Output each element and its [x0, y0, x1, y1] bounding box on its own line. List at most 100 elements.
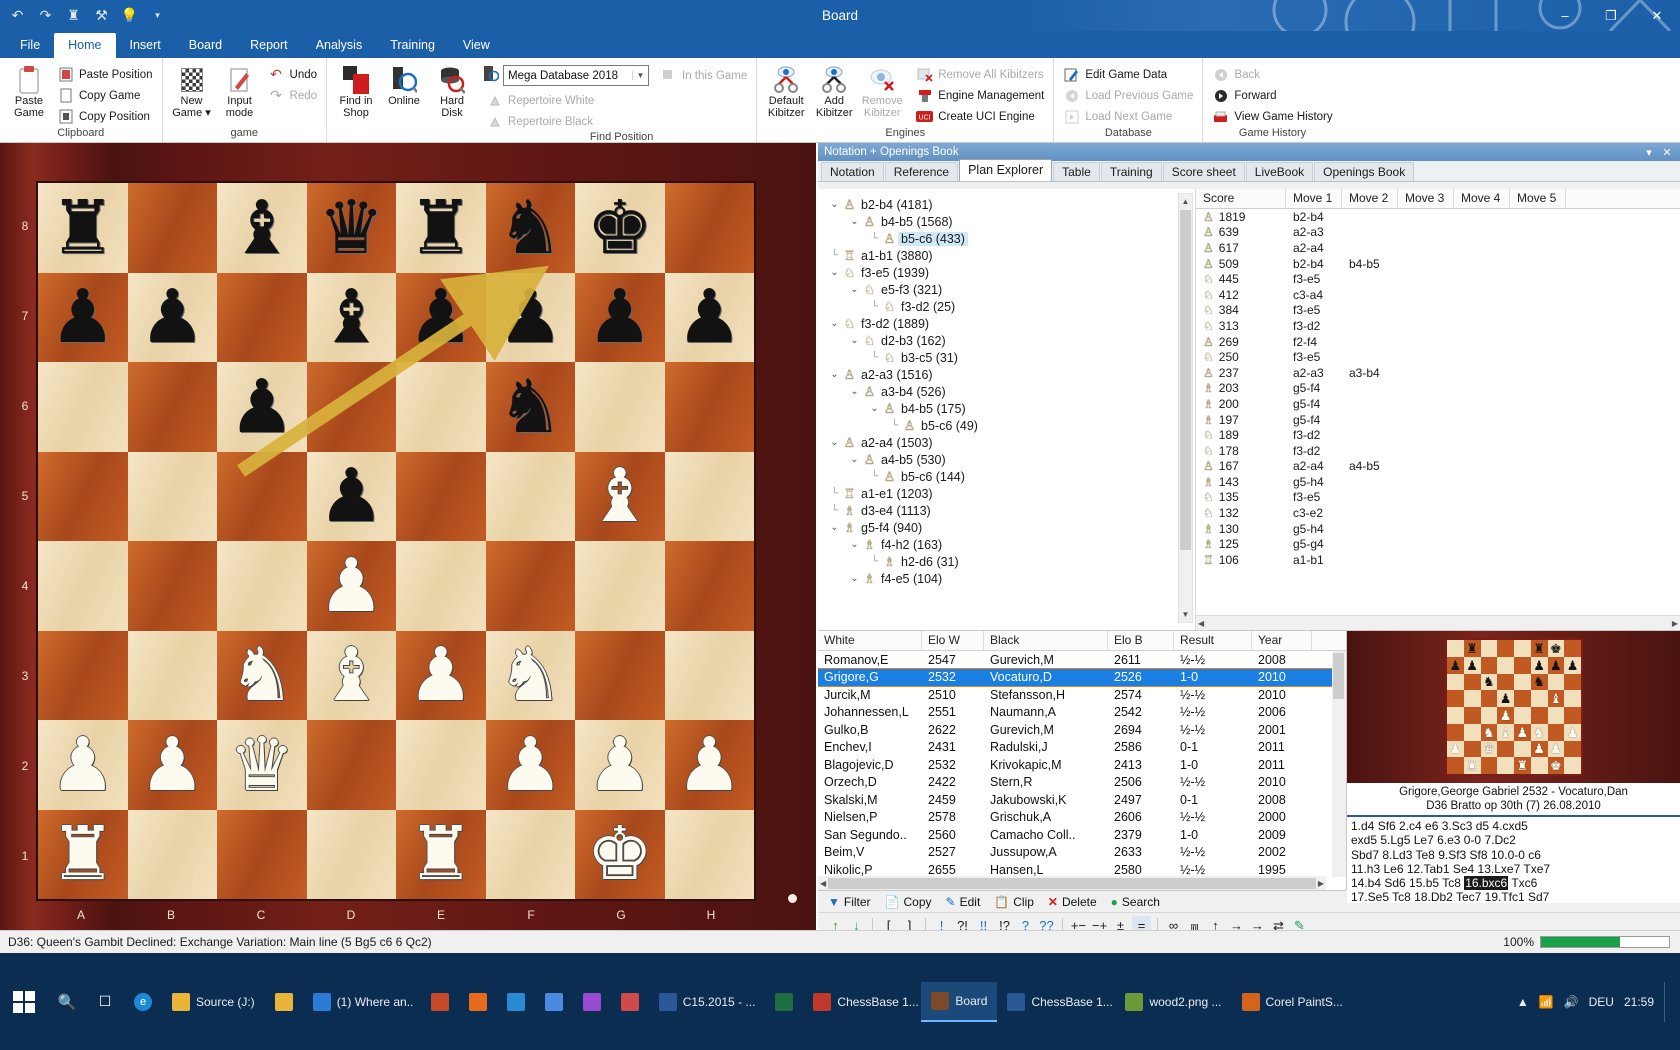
game-row[interactable]: Orzech,D2422Stern,R2506½-½2010 — [818, 774, 1346, 792]
tab-openings-book[interactable]: Openings Book — [1314, 162, 1414, 181]
game-row[interactable]: Blagojevic,D2532Krivokapic,M24131-02011 — [818, 756, 1346, 774]
preview-moves[interactable]: 1.d4 Sf6 2.c4 e6 3.Sc3 d5 4.cxd5exd5 5.L… — [1347, 817, 1680, 903]
taskbar-item[interactable] — [421, 982, 459, 1022]
chevron-down-icon[interactable]: ⌄ — [848, 284, 861, 295]
piece-N[interactable]: ♞ — [229, 638, 295, 712]
tab-table[interactable]: Table — [1053, 162, 1100, 181]
board-square-e3[interactable]: ♟ — [396, 631, 486, 721]
board-square-h7[interactable]: ♟ — [665, 273, 755, 363]
board-square-g1[interactable]: ♚ — [575, 810, 665, 900]
games-hscroll-right-icon[interactable]: ▶ — [1318, 879, 1324, 888]
col-result[interactable]: Result — [1174, 631, 1252, 650]
tree-node[interactable]: └♙b5-c6 (49) — [828, 417, 1195, 434]
tree-node[interactable]: ⌄♙b4-b5 (175) — [828, 400, 1195, 417]
score-row[interactable]: ♗125g5-g4 — [1196, 536, 1680, 552]
panel-close-icon[interactable]: ✕ — [1660, 146, 1674, 159]
col-score[interactable]: Score — [1196, 189, 1286, 208]
chevron-down-icon[interactable]: ⌄ — [828, 369, 841, 380]
game-row[interactable]: Jurcik,M2510Stefansson,H2574½-½2010 — [818, 686, 1346, 704]
board-square-b2[interactable]: ♟ — [128, 720, 218, 810]
copy-button[interactable]: 📄Copy — [885, 895, 932, 909]
chevron-down-icon[interactable]: ⌄ — [848, 573, 861, 584]
chevron-down-icon[interactable]: ⌄ — [848, 386, 861, 397]
board-square-f4[interactable] — [486, 541, 576, 631]
game-row[interactable]: Johannessen,L2551Naumann,A2542½-½2006 — [818, 704, 1346, 722]
board-square-f7[interactable]: ♟ — [486, 273, 576, 363]
score-row[interactable]: ♘384f3-e5 — [1196, 303, 1680, 319]
tree-scroll-thumb[interactable] — [1180, 210, 1191, 550]
board-square-d2[interactable] — [307, 720, 397, 810]
tree-node[interactable]: ⌄♙a2-a3 (1516) — [828, 366, 1195, 383]
board-square-b4[interactable] — [128, 541, 218, 631]
score-row[interactable]: ♗130g5-h4 — [1196, 521, 1680, 537]
tree-node[interactable]: └♘b3-c5 (31) — [828, 349, 1195, 366]
board-square-f5[interactable] — [486, 452, 576, 542]
tab-notation[interactable]: Notation — [821, 162, 884, 181]
tab-board[interactable]: Board — [175, 33, 236, 58]
taskbar-item[interactable]: ChessBase 1... — [803, 982, 921, 1022]
col-move-2[interactable]: Move 2 — [1342, 189, 1398, 208]
board-square-d6[interactable] — [307, 362, 397, 452]
board-square-h2[interactable]: ♟ — [665, 720, 755, 810]
col-black[interactable]: Black — [984, 631, 1108, 650]
score-row[interactable]: ♙269f2-f4 — [1196, 334, 1680, 350]
score-row[interactable]: ♘189f3-d2 — [1196, 427, 1680, 443]
score-row[interactable]: ♘178f3-d2 — [1196, 443, 1680, 459]
board-square-g2[interactable]: ♟ — [575, 720, 665, 810]
score-row[interactable]: ♘445f3-e5 — [1196, 271, 1680, 287]
board-square-e5[interactable] — [396, 452, 486, 542]
edit-button[interactable]: ✎Edit — [946, 895, 981, 909]
piece-p[interactable]: ♟ — [50, 280, 116, 354]
chevron-down-icon[interactable]: ▼ — [632, 71, 648, 80]
default-kibitzer-button[interactable]: Default Kibitzer — [763, 63, 809, 119]
input-mode-button[interactable]: Input mode — [217, 63, 263, 119]
board-square-e6[interactable] — [396, 362, 486, 452]
games-hscroll-thumb[interactable] — [828, 878, 1316, 889]
score-row[interactable]: ♖106a1-b1 — [1196, 552, 1680, 568]
board-square-d5[interactable]: ♟ — [307, 452, 397, 542]
piece-n[interactable]: ♞ — [497, 370, 563, 444]
board-square-c3[interactable]: ♞ — [217, 631, 307, 721]
board-square-h5[interactable] — [665, 452, 755, 542]
tree-node[interactable]: ⌄♘f3-e5 (1939) — [828, 264, 1195, 281]
panel-tab-strip[interactable]: Notation Reference Plan Explorer Table T… — [818, 161, 1680, 182]
chevron-down-icon[interactable]: ⌄ — [828, 522, 841, 533]
clip-button[interactable]: 📋Clip — [994, 895, 1034, 909]
tab-score-sheet[interactable]: Score sheet — [1163, 162, 1245, 181]
database-combo[interactable]: Mega Database 2018 ▼ — [503, 65, 649, 86]
tree-node[interactable]: └♙b5-c6 (433) — [828, 230, 1195, 247]
current-move-highlight[interactable]: 16.bxc6 — [1464, 876, 1508, 890]
board-square-b8[interactable] — [128, 183, 218, 273]
board-square-c8[interactable]: ♝ — [217, 183, 307, 273]
tree-node[interactable]: ⌄♘e5-f3 (321) — [828, 281, 1195, 298]
taskbar-item[interactable]: ChessBase 1... — [997, 982, 1115, 1022]
board-square-a8[interactable]: ♜ — [38, 183, 128, 273]
tree-node[interactable]: ⌄♘d2-b3 (162) — [828, 332, 1195, 349]
chevron-down-icon[interactable]: ⌄ — [868, 403, 881, 414]
piece-n[interactable]: ♞ — [497, 191, 563, 265]
taskbar-item[interactable] — [459, 982, 497, 1022]
board-square-b7[interactable]: ♟ — [128, 273, 218, 363]
game-row[interactable]: Romanov,E2547Gurevich,M2611½-½2008 — [818, 651, 1346, 669]
tree-node[interactable]: └♗h2-d6 (31) — [828, 553, 1195, 570]
piece-p[interactable]: ♟ — [497, 280, 563, 354]
tab-plan-explorer[interactable]: Plan Explorer — [959, 159, 1052, 181]
piece-p[interactable]: ♟ — [408, 280, 474, 354]
score-hscroll-left-icon[interactable]: ◀ — [1198, 619, 1204, 628]
view-game-history-button[interactable]: View Game History — [1209, 107, 1335, 126]
score-row[interactable]: ♗197g5-f4 — [1196, 412, 1680, 428]
piece-P[interactable]: ♟ — [318, 549, 384, 623]
board-square-f3[interactable]: ♞ — [486, 631, 576, 721]
board-square-c2[interactable]: ♛ — [217, 720, 307, 810]
start-button[interactable] — [0, 953, 48, 1050]
piece-p[interactable]: ♟ — [229, 370, 295, 444]
tree-node[interactable]: └♙b5-c6 (144) — [828, 468, 1195, 485]
tab-reference[interactable]: Reference — [885, 162, 958, 181]
game-row[interactable]: Skalski,M2459Jakubowski,K24970-12008 — [818, 791, 1346, 809]
tree-node[interactable]: └♖a1-b1 (3880) — [828, 247, 1195, 264]
games-hscroll-left-icon[interactable]: ◀ — [820, 879, 826, 888]
taskbar-clock[interactable]: 21:59 — [1624, 995, 1654, 1009]
board-square-g5[interactable]: ♝ — [575, 452, 665, 542]
board-square-b5[interactable] — [128, 452, 218, 542]
board-square-d1[interactable] — [307, 810, 397, 900]
